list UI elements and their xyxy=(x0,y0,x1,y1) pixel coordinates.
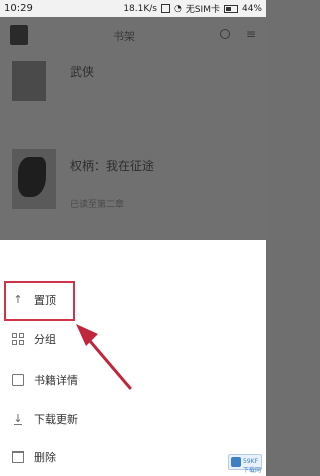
sim-status: 无SIM卡 xyxy=(185,5,220,15)
menu-icon[interactable]: ≡ xyxy=(246,27,256,41)
status-bar: 10:29 18.1K/s ◔ 无SIM卡 44% xyxy=(0,0,266,17)
book-subtitle: 已读至第二章 xyxy=(70,200,125,210)
menu-item-book-detail[interactable]: 书籍详情 xyxy=(0,362,266,398)
book-actions-sheet: ↑ 置顶 分组 书籍详情 ↓ 下载更新 删除 xyxy=(0,240,266,476)
book-item[interactable]: 权柄：我在征途 已读至第二章 xyxy=(0,147,266,237)
menu-item-delete[interactable]: 删除 xyxy=(0,439,266,475)
cover-art xyxy=(18,157,46,197)
delete-icon xyxy=(12,451,24,463)
menu-item-label: 书籍详情 xyxy=(34,374,78,387)
book-title: 权柄：我在征途 xyxy=(70,159,155,173)
avatar[interactable] xyxy=(10,25,28,45)
book-cover xyxy=(12,61,46,101)
book-item[interactable]: 武侠 xyxy=(0,61,266,125)
status-time: 10:29 xyxy=(4,3,33,14)
book-detail-icon xyxy=(12,374,24,386)
menu-item-label: 下载更新 xyxy=(34,413,78,426)
menu-item-label: 删除 xyxy=(34,451,56,464)
page-title[interactable]: 书架 xyxy=(113,28,135,44)
bookshelf-screen: 书架 ≡ 武侠 权柄：我在征途 已读至第二章 xyxy=(0,17,266,240)
status-indicators: 18.1K/s ◔ 无SIM卡 44% xyxy=(123,2,262,16)
book-cover xyxy=(12,149,56,209)
wifi-icon: ◔ xyxy=(173,3,182,14)
app-top-bar: 书架 ≡ xyxy=(0,17,266,53)
notification-icon xyxy=(160,4,170,13)
book-title: 武侠 xyxy=(70,65,95,79)
site-watermark-logo: 59KF下载网 xyxy=(228,454,262,474)
search-icon[interactable] xyxy=(220,29,230,39)
watermark-text: 59KF下载网 xyxy=(243,458,262,474)
watermark-icon xyxy=(231,457,241,467)
highlight-box xyxy=(4,281,75,321)
download-icon: ↓ xyxy=(13,412,23,425)
group-icon xyxy=(12,333,24,345)
battery-icon xyxy=(223,4,238,13)
menu-item-download[interactable]: ↓ 下载更新 xyxy=(0,401,266,437)
battery-level: 44% xyxy=(241,3,262,14)
menu-item-label: 分组 xyxy=(34,333,56,346)
network-speed: 18.1K/s xyxy=(123,3,157,14)
menu-item-group[interactable]: 分组 xyxy=(0,321,266,357)
